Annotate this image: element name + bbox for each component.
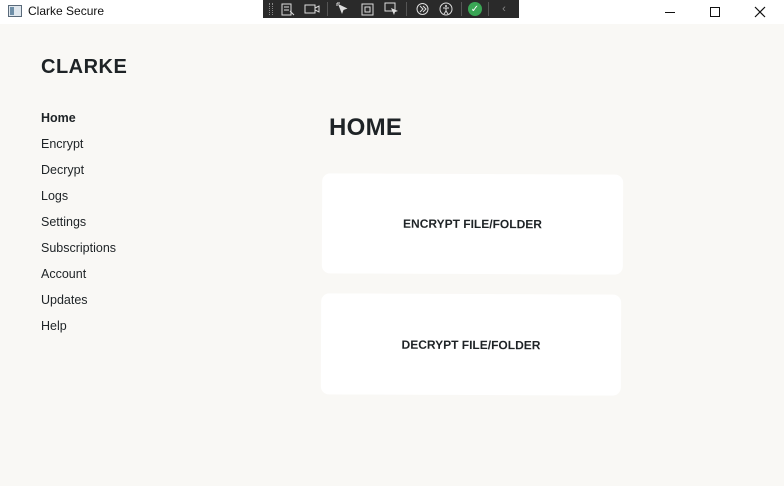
encrypt-file-folder-button[interactable]: ENCRYPT FILE/FOLDER bbox=[321, 173, 624, 275]
toolbar-separator bbox=[488, 2, 489, 16]
toolbar-grip-icon[interactable] bbox=[269, 3, 273, 15]
brand-logo-text: CLARKE bbox=[41, 56, 128, 78]
sidebar-item-account[interactable]: Account bbox=[41, 266, 116, 292]
status-ok-icon[interactable]: ✓ bbox=[468, 2, 482, 16]
maximize-icon bbox=[710, 7, 720, 17]
decrypt-card-label: DECRYPT FILE/FOLDER bbox=[401, 337, 541, 352]
minimize-button[interactable] bbox=[647, 0, 693, 24]
sidebar-item-home[interactable]: Home bbox=[41, 110, 116, 136]
video-record-icon[interactable] bbox=[303, 2, 321, 16]
minimize-icon bbox=[665, 11, 675, 13]
decrypt-file-folder-button[interactable]: DECRYPT FILE/FOLDER bbox=[320, 293, 622, 396]
sidebar-item-decrypt[interactable]: Decrypt bbox=[41, 162, 116, 188]
accessibility-icon[interactable] bbox=[437, 2, 455, 16]
app-icon bbox=[8, 5, 22, 17]
debug-toolbar: ✓ ‹ bbox=[263, 0, 519, 18]
collapse-icon[interactable]: ‹ bbox=[495, 2, 513, 16]
sidebar-nav: Home Encrypt Decrypt Logs Settings Subsc… bbox=[41, 110, 116, 344]
track-focus-icon[interactable] bbox=[382, 2, 400, 16]
sidebar-item-settings[interactable]: Settings bbox=[41, 214, 116, 240]
hot-reload-icon[interactable] bbox=[413, 2, 431, 16]
maximize-button[interactable] bbox=[692, 0, 738, 24]
sidebar-item-updates[interactable]: Updates bbox=[41, 292, 116, 318]
sidebar-item-encrypt[interactable]: Encrypt bbox=[41, 136, 116, 162]
page-title: HOME bbox=[329, 114, 403, 141]
toolbar-separator bbox=[406, 2, 407, 16]
live-visual-tree-icon[interactable] bbox=[279, 2, 297, 16]
window-title: Clarke Secure bbox=[28, 4, 105, 18]
toolbar-separator bbox=[461, 2, 462, 16]
display-layout-adorners-icon[interactable] bbox=[358, 2, 376, 16]
sidebar-item-subscriptions[interactable]: Subscriptions bbox=[41, 240, 116, 266]
select-element-icon[interactable] bbox=[334, 2, 352, 16]
sidebar-item-help[interactable]: Help bbox=[41, 318, 116, 344]
sidebar-item-logs[interactable]: Logs bbox=[41, 188, 116, 214]
encrypt-card-label: ENCRYPT FILE/FOLDER bbox=[403, 216, 542, 232]
close-icon bbox=[754, 6, 766, 18]
close-button[interactable] bbox=[737, 0, 783, 24]
toolbar-separator bbox=[327, 2, 328, 16]
